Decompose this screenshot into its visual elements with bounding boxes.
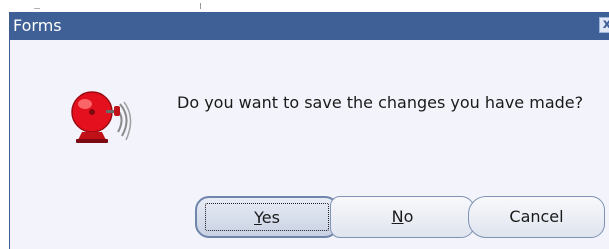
cancel-button[interactable]: Cancel	[468, 196, 605, 238]
close-icon: x	[602, 17, 609, 32]
background-window	[0, 0, 609, 12]
no-button[interactable]: No	[330, 196, 475, 238]
save-changes-dialog: Forms x Do you want to save the changes …	[9, 12, 609, 249]
alarm-bell-icon	[71, 91, 132, 143]
cancel-button-label: Cancel	[509, 207, 564, 226]
dialog-message: Do you want to save the changes you have…	[177, 93, 584, 112]
background-tick	[200, 3, 201, 9]
yes-button[interactable]: Yes	[195, 196, 339, 238]
dialog-titlebar[interactable]: Forms x	[10, 12, 609, 40]
close-button[interactable]: x	[599, 17, 609, 33]
yes-button-label: Yes	[254, 208, 280, 227]
no-button-label: No	[391, 207, 414, 226]
dialog-title: Forms	[13, 16, 62, 35]
background-line	[34, 8, 40, 9]
